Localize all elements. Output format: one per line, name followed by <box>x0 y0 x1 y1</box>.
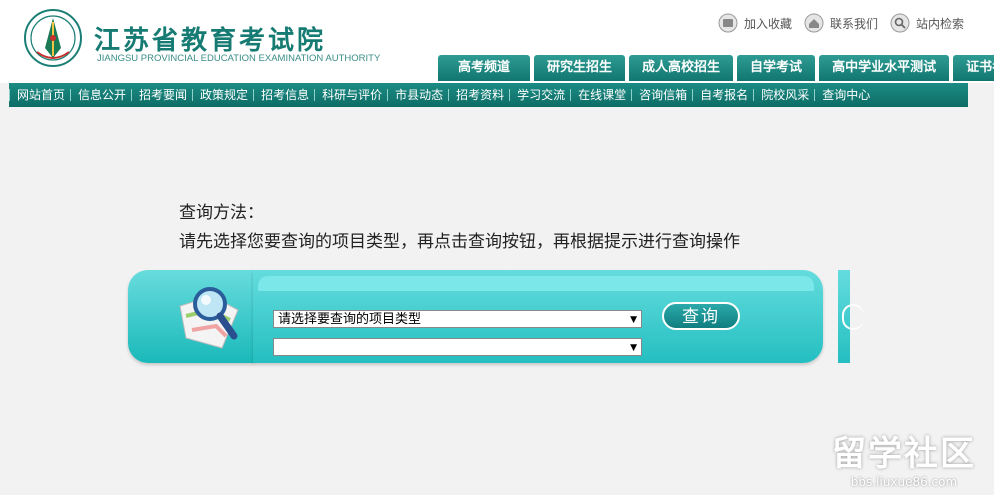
tab-certificate[interactable]: 证书考试 <box>953 55 994 81</box>
project-item-select[interactable]: ▼ <box>273 338 642 356</box>
nav-item-online-class[interactable]: 在线课堂 <box>570 89 631 101</box>
nav-item-exchange[interactable]: 学习交流 <box>509 89 570 101</box>
instructions-title: 查询方法： <box>179 203 264 223</box>
project-type-select[interactable]: 请选择要查询的项目类型 ▼ <box>273 310 642 328</box>
nav-item-policy[interactable]: 政策规定 <box>192 89 253 101</box>
nav-item-materials[interactable]: 招考资料 <box>448 89 509 101</box>
tab-self-study[interactable]: 自学考试 <box>737 55 816 81</box>
watermark-url: bbs.liuxue86.com <box>850 475 958 489</box>
nav-item-disclosure[interactable]: 信息公开 <box>70 89 131 101</box>
contact-us-link[interactable]: 联系我们 <box>804 13 878 33</box>
home-icon <box>804 13 824 33</box>
tab-graduate[interactable]: 研究生招生 <box>534 55 626 81</box>
query-button[interactable]: 查询 <box>662 302 740 330</box>
site-name-en: JIANGSU PROVINCIAL EDUCATION EXAMINATION… <box>97 53 381 64</box>
top-links: 加入收藏 联系我们 站内检索 <box>706 13 964 33</box>
contact-us-label: 联系我们 <box>829 16 878 31</box>
side-button-edge[interactable] <box>842 304 864 330</box>
query-panel-side <box>838 270 864 363</box>
dropdown-arrow-icon: ▼ <box>630 343 637 353</box>
main-nav: 网站首页 信息公开 招考要闻 政策规定 招考信息 科研与评价 市县动态 招考资料… <box>9 83 968 107</box>
channel-tabs: 高考频道 研究生招生 成人高校招生 自学考试 高中学业水平测试 证书考试 <box>438 55 994 81</box>
instructions-text: 请先选择您要查询的项目类型，再点击查询按钮，再根据提示进行查询操作 <box>179 232 740 252</box>
watermark: 留学社区 bbs.liuxue86.com <box>832 426 976 489</box>
nav-item-query-center[interactable]: 查询中心 <box>814 89 875 101</box>
nav-item-city-news[interactable]: 市县动态 <box>387 89 448 101</box>
bookmark-icon <box>718 13 738 33</box>
add-favorite-label: 加入收藏 <box>743 16 792 31</box>
nav-item-exam-info[interactable]: 招考信息 <box>253 89 314 101</box>
nav-item-home[interactable]: 网站首页 <box>9 89 70 101</box>
magnifier-map-icon <box>179 287 239 349</box>
nav-item-news[interactable]: 招考要闻 <box>131 89 192 101</box>
tab-adult-college[interactable]: 成人高校招生 <box>629 55 734 81</box>
project-type-value: 请选择要查询的项目类型 <box>278 312 422 327</box>
nav-item-self-exam-registration[interactable]: 自考报名 <box>692 89 753 101</box>
query-panel-icon-area <box>128 270 254 363</box>
nav-item-research[interactable]: 科研与评价 <box>314 89 387 101</box>
site-search-label: 站内检索 <box>915 16 964 31</box>
nav-item-colleges[interactable]: 院校风采 <box>753 89 814 101</box>
dropdown-arrow-icon: ▼ <box>630 315 637 325</box>
site-header: 江苏省教育考试院 JIANGSU PROVINCIAL EDUCATION EX… <box>0 0 994 83</box>
search-icon <box>890 13 910 33</box>
query-panel-highlight <box>258 276 814 291</box>
query-instructions: 查询方法： 请先选择您要查询的项目类型，再点击查询按钮，再根据提示进行查询操作 <box>179 199 740 257</box>
site-name-cn: 江苏省教育考试院 <box>94 26 327 56</box>
emblem-logo-icon <box>24 9 82 67</box>
nav-item-mailbox[interactable]: 咨询信箱 <box>631 89 692 101</box>
watermark-text: 留学社区 <box>832 434 976 474</box>
tab-academic-test[interactable]: 高中学业水平测试 <box>819 55 950 81</box>
tab-gaokao[interactable]: 高考频道 <box>438 55 531 81</box>
add-favorite-link[interactable]: 加入收藏 <box>718 13 792 33</box>
site-search-link[interactable]: 站内检索 <box>890 13 964 33</box>
